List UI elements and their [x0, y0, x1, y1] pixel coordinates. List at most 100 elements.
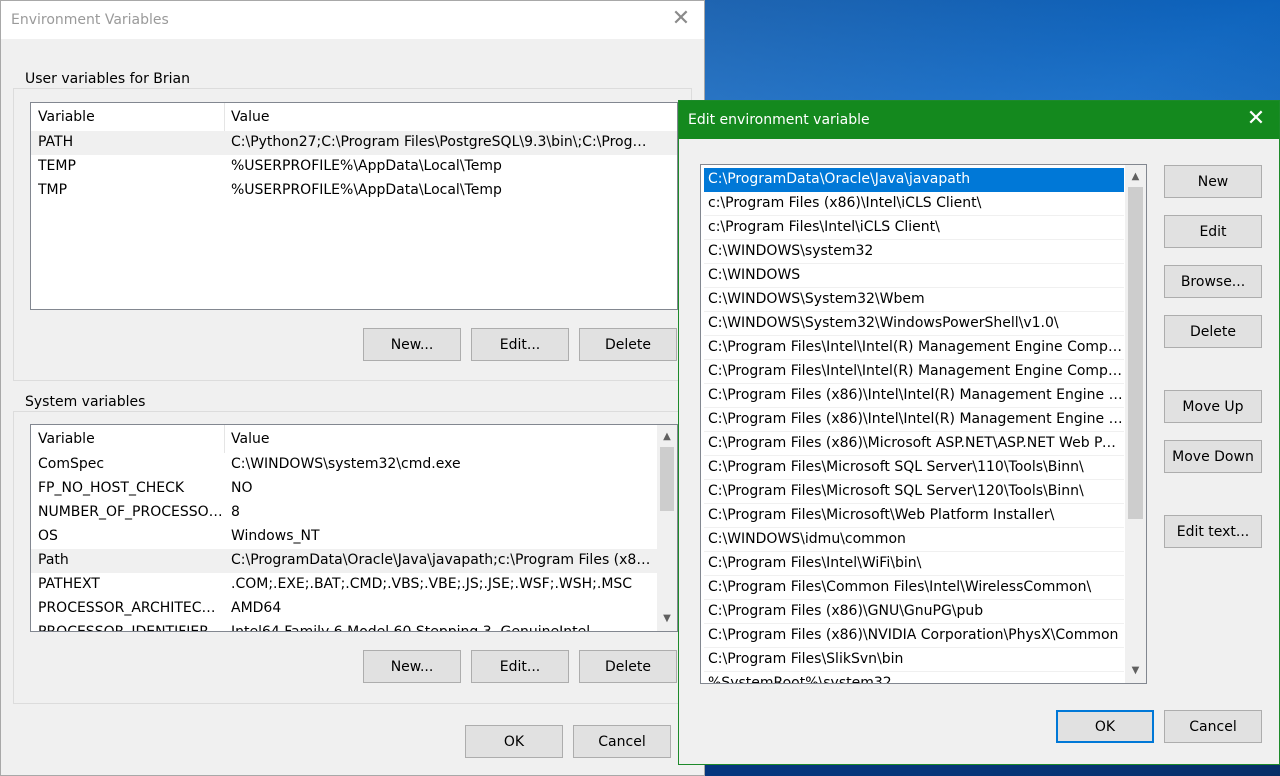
column-header-value[interactable]: Value [231, 431, 269, 447]
scroll-down-icon[interactable]: ▼ [657, 609, 677, 629]
system-list-header: Variable Value [31, 425, 677, 453]
scroll-thumb[interactable] [1128, 187, 1143, 519]
edit-path-button[interactable]: Edit [1164, 215, 1262, 248]
user-variables-label: User variables for Brian [22, 71, 193, 87]
variable-name: OS [38, 528, 58, 544]
env-close-icon[interactable]: ✕ [658, 1, 704, 39]
variable-value: AMD64 [231, 600, 282, 616]
edit-dialog-title: Edit environment variable [688, 112, 870, 128]
list-item[interactable]: C:\Program Files (x86)\Intel\Intel(R) Ma… [704, 384, 1124, 408]
variable-name: PROCESSOR_IDENTIFIER [38, 624, 209, 632]
table-row[interactable]: ComSpec C:\WINDOWS\system32\cmd.exe [31, 453, 677, 477]
system-variables-label: System variables [22, 394, 149, 410]
system-edit-button[interactable]: Edit... [471, 650, 569, 683]
column-divider [224, 425, 225, 453]
env-window-title: Environment Variables [11, 12, 169, 28]
dialog-cancel-button[interactable]: Cancel [1164, 710, 1262, 743]
variable-value: NO [231, 480, 253, 496]
system-delete-button[interactable]: Delete [579, 650, 677, 683]
delete-path-button[interactable]: Delete [1164, 315, 1262, 348]
table-row[interactable]: PATHEXT .COM;.EXE;.BAT;.CMD;.VBS;.VBE;.J… [31, 573, 677, 597]
scroll-thumb[interactable] [660, 447, 674, 511]
edit-close-icon[interactable]: ✕ [1233, 101, 1279, 139]
list-item[interactable]: C:\Program Files\Common Files\Intel\Wire… [704, 576, 1124, 600]
list-item[interactable]: C:\WINDOWS [704, 264, 1124, 288]
variable-name: PATH [38, 134, 74, 150]
user-list-header: Variable Value [31, 103, 677, 131]
system-new-button[interactable]: New... [363, 650, 461, 683]
table-row[interactable]: FP_NO_HOST_CHECK NO [31, 477, 677, 501]
variable-value: .COM;.EXE;.BAT;.CMD;.VBS;.VBE;.JS;.JSE;.… [231, 576, 633, 592]
list-item[interactable]: c:\Program Files\Intel\iCLS Client\ [704, 216, 1124, 240]
variable-value: C:\Python27;C:\Program Files\PostgreSQL\… [231, 134, 651, 150]
variable-name: TMP [38, 182, 68, 198]
list-item[interactable]: C:\Program Files\Microsoft SQL Server\11… [704, 456, 1124, 480]
variable-name: ComSpec [38, 456, 105, 472]
table-row[interactable]: TEMP %USERPROFILE%\AppData\Local\Temp [31, 155, 677, 179]
edit-environment-variable-dialog: Edit environment variable ✕ C:\ProgramDa… [678, 100, 1280, 765]
table-row[interactable]: PROCESSOR_IDENTIFIER Intel64 Family 6 Mo… [31, 621, 677, 632]
variable-value: %USERPROFILE%\AppData\Local\Temp [231, 182, 502, 198]
variable-value: %USERPROFILE%\AppData\Local\Temp [231, 158, 502, 174]
list-item[interactable]: %SystemRoot%\system32 [704, 672, 1124, 683]
list-item[interactable]: C:\Program Files (x86)\Intel\Intel(R) Ma… [704, 408, 1124, 432]
system-variables-list[interactable]: Variable Value ComSpec C:\WINDOWS\system… [30, 424, 678, 632]
environment-variables-window: Environment Variables ✕ User variables f… [0, 0, 705, 776]
path-entries-list[interactable]: C:\ProgramData\Oracle\Java\javapath c:\P… [700, 164, 1147, 684]
cancel-button[interactable]: Cancel [573, 725, 671, 758]
scroll-up-icon[interactable]: ▲ [657, 427, 677, 447]
variable-name: FP_NO_HOST_CHECK [38, 480, 185, 496]
list-item[interactable]: C:\Program Files\Microsoft SQL Server\12… [704, 480, 1124, 504]
edit-titlebar: Edit environment variable ✕ [679, 101, 1279, 139]
list-item[interactable]: C:\WINDOWS\idmu\common [704, 528, 1124, 552]
table-row[interactable]: PROCESSOR_ARCHITECTU... AMD64 [31, 597, 677, 621]
column-divider [224, 103, 225, 131]
list-item[interactable]: C:\Program Files (x86)\NVIDIA Corporatio… [704, 624, 1124, 648]
scroll-down-icon[interactable]: ▼ [1125, 661, 1146, 681]
list-item[interactable]: C:\Program Files\Microsoft\Web Platform … [704, 504, 1124, 528]
system-list-scrollbar[interactable]: ▲ ▼ [657, 425, 677, 631]
path-list-scrollbar[interactable]: ▲ ▼ [1125, 165, 1146, 683]
move-down-button[interactable]: Move Down [1164, 440, 1262, 473]
dialog-ok-button[interactable]: OK [1056, 710, 1154, 743]
variable-name: NUMBER_OF_PROCESSORS [38, 504, 223, 520]
new-path-button[interactable]: New [1164, 165, 1262, 198]
ok-button[interactable]: OK [465, 725, 563, 758]
scroll-up-icon[interactable]: ▲ [1125, 167, 1146, 187]
user-edit-button[interactable]: Edit... [471, 328, 569, 361]
variable-value: Windows_NT [231, 528, 320, 544]
list-item[interactable]: C:\Program Files (x86)\Microsoft ASP.NET… [704, 432, 1124, 456]
variable-name: PATHEXT [38, 576, 100, 592]
table-row[interactable]: OS Windows_NT [31, 525, 677, 549]
column-header-variable[interactable]: Variable [38, 109, 95, 125]
variable-value: Intel64 Family 6 Model 60 Stepping 3, Ge… [231, 624, 591, 632]
variable-value: 8 [231, 504, 240, 520]
list-item[interactable]: C:\Program Files\Intel\Intel(R) Manageme… [704, 336, 1124, 360]
list-item[interactable]: c:\Program Files (x86)\Intel\iCLS Client… [704, 192, 1124, 216]
column-header-value[interactable]: Value [231, 109, 269, 125]
variable-value: C:\ProgramData\Oracle\Java\javapath;c:\P… [231, 552, 651, 568]
list-item[interactable]: C:\Program Files\Intel\WiFi\bin\ [704, 552, 1124, 576]
move-up-button[interactable]: Move Up [1164, 390, 1262, 423]
list-item[interactable]: C:\Program Files (x86)\GNU\GnuPG\pub [704, 600, 1124, 624]
variable-name: Path [38, 552, 69, 568]
user-variables-list[interactable]: Variable Value PATH C:\Python27;C:\Progr… [30, 102, 678, 310]
browse-button[interactable]: Browse... [1164, 265, 1262, 298]
list-item[interactable]: C:\Program Files\Intel\Intel(R) Manageme… [704, 360, 1124, 384]
user-new-button[interactable]: New... [363, 328, 461, 361]
env-titlebar: Environment Variables ✕ [1, 1, 704, 39]
table-row[interactable]: Path C:\ProgramData\Oracle\Java\javapath… [31, 549, 677, 573]
list-item[interactable]: C:\WINDOWS\System32\Wbem [704, 288, 1124, 312]
variable-name: PROCESSOR_ARCHITECTU... [38, 600, 223, 616]
variable-value: C:\WINDOWS\system32\cmd.exe [231, 456, 461, 472]
table-row[interactable]: TMP %USERPROFILE%\AppData\Local\Temp [31, 179, 677, 203]
list-item[interactable]: C:\WINDOWS\System32\WindowsPowerShell\v1… [704, 312, 1124, 336]
edit-text-button[interactable]: Edit text... [1164, 515, 1262, 548]
column-header-variable[interactable]: Variable [38, 431, 95, 447]
user-delete-button[interactable]: Delete [579, 328, 677, 361]
list-item[interactable]: C:\Program Files\SlikSvn\bin [704, 648, 1124, 672]
list-item[interactable]: C:\ProgramData\Oracle\Java\javapath [704, 168, 1124, 192]
table-row[interactable]: PATH C:\Python27;C:\Program Files\Postgr… [31, 131, 677, 155]
list-item[interactable]: C:\WINDOWS\system32 [704, 240, 1124, 264]
table-row[interactable]: NUMBER_OF_PROCESSORS 8 [31, 501, 677, 525]
